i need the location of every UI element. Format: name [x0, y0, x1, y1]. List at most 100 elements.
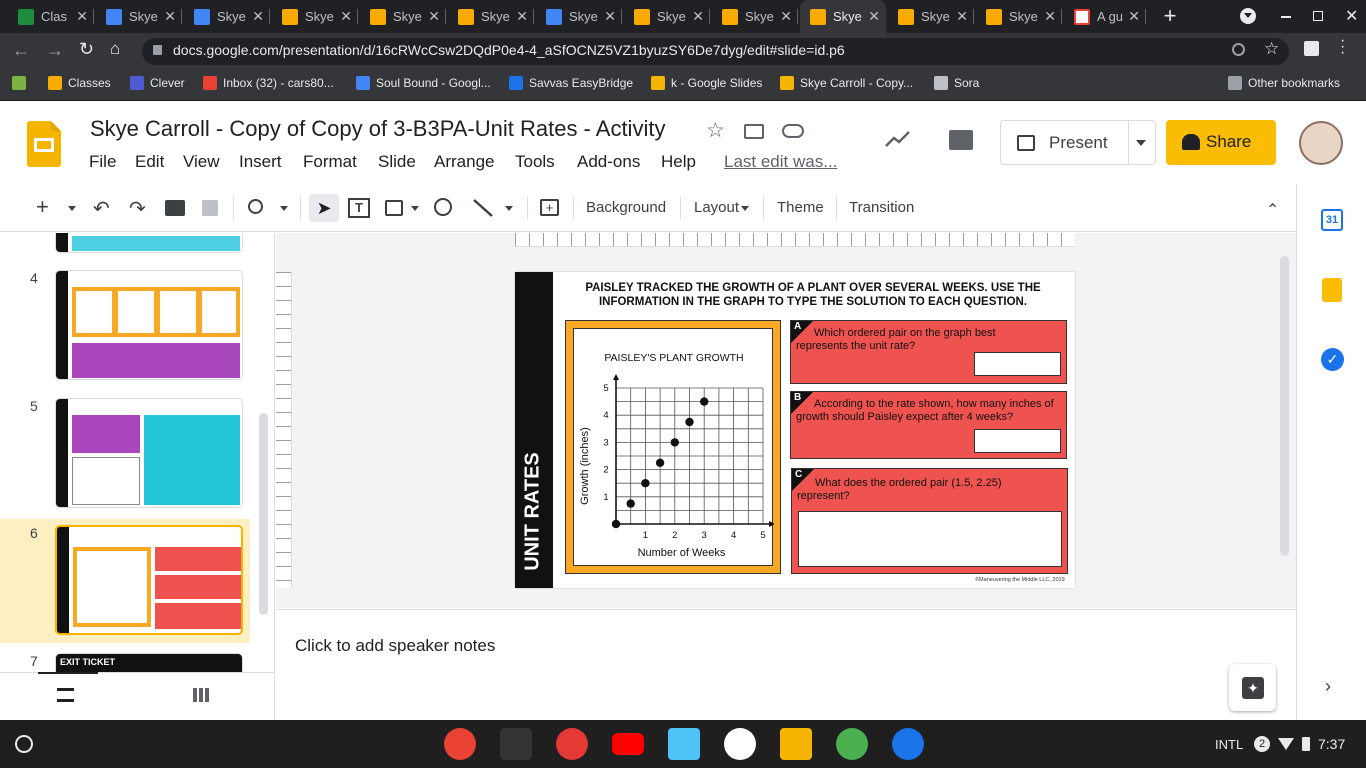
- tab-close-icon[interactable]: ✕: [516, 8, 528, 25]
- slide-thumbnail-4[interactable]: [55, 270, 243, 380]
- tasks-icon[interactable]: ✓: [1321, 348, 1344, 371]
- redo-icon[interactable]: ↷: [129, 196, 146, 221]
- photos-app-icon[interactable]: [556, 728, 588, 760]
- tab-close-icon[interactable]: ✕: [76, 8, 88, 25]
- cloud-status-icon[interactable]: [782, 124, 804, 138]
- browser-tab[interactable]: Skye ✕: [360, 0, 446, 33]
- answer-c-box[interactable]: [798, 511, 1062, 567]
- answer-b-box[interactable]: [974, 429, 1061, 453]
- zoom-dropdown-icon[interactable]: [280, 206, 288, 211]
- slide-thumbnail-3-partial[interactable]: [55, 233, 243, 253]
- tab-search-icon[interactable]: [1240, 8, 1256, 24]
- expand-side-panel-icon[interactable]: ›: [1325, 676, 1331, 697]
- bookmark-star-icon[interactable]: ☆: [1264, 39, 1279, 59]
- share-button[interactable]: Share: [1166, 120, 1276, 165]
- youtube-app-icon[interactable]: [612, 733, 644, 755]
- tab-close-icon[interactable]: ✕: [956, 8, 968, 25]
- tab-close-icon[interactable]: ✕: [692, 8, 704, 25]
- grid-view-icon[interactable]: [193, 688, 210, 702]
- back-icon[interactable]: ←: [12, 40, 30, 61]
- present-button[interactable]: Present: [1000, 120, 1156, 165]
- maximize-icon[interactable]: [1313, 11, 1323, 21]
- answer-a-box[interactable]: [974, 352, 1061, 376]
- browser-tab[interactable]: A gu ✕: [1064, 0, 1146, 33]
- menu-format[interactable]: Format: [303, 152, 357, 172]
- image-dropdown-icon[interactable]: [411, 206, 419, 211]
- tab-close-icon[interactable]: ✕: [868, 8, 880, 25]
- filmstrip-view-icon[interactable]: [57, 688, 74, 702]
- browser-tab[interactable]: Skye ✕: [536, 0, 622, 33]
- canvas-scrollbar[interactable]: [1280, 256, 1289, 556]
- browser-tab[interactable]: Skye ✕: [976, 0, 1062, 33]
- menu-add-ons[interactable]: Add-ons: [577, 152, 640, 172]
- new-tab-button[interactable]: +: [1160, 5, 1180, 27]
- slides-logo-icon[interactable]: [27, 121, 61, 167]
- star-icon[interactable]: ☆: [706, 118, 725, 143]
- document-title[interactable]: Skye Carroll - Copy of Copy of 3-B3PA-Un…: [90, 116, 665, 142]
- minimize-icon[interactable]: [1281, 16, 1291, 18]
- zoom-icon[interactable]: [1232, 43, 1245, 56]
- wifi-icon[interactable]: [1278, 738, 1294, 750]
- tab-close-icon[interactable]: ✕: [604, 8, 616, 25]
- tab-close-icon[interactable]: ✕: [164, 8, 176, 25]
- clock-time[interactable]: 7:37: [1318, 736, 1345, 752]
- keep-icon[interactable]: [1322, 278, 1342, 302]
- explore-button[interactable]: ✦: [1229, 664, 1276, 711]
- bookmark-item[interactable]: Inbox (32) - cars80...: [203, 76, 334, 90]
- collapse-toolbar-icon[interactable]: ⌃: [1266, 200, 1279, 220]
- other-bookmarks[interactable]: Other bookmarks: [1228, 76, 1340, 90]
- paint-format-icon[interactable]: [202, 200, 218, 216]
- tab-close-icon[interactable]: ✕: [428, 8, 440, 25]
- theme-button[interactable]: Theme: [777, 199, 824, 216]
- browser-tab[interactable]: Skye ✕: [800, 0, 886, 33]
- forward-icon[interactable]: →: [46, 40, 64, 61]
- maps-app-icon[interactable]: [668, 728, 700, 760]
- chrome-menu-icon[interactable]: · · ·: [1340, 33, 1345, 61]
- comments-icon[interactable]: [949, 130, 973, 150]
- menu-file[interactable]: File: [89, 152, 116, 172]
- menu-help[interactable]: Help: [661, 152, 696, 172]
- background-button[interactable]: Background: [586, 199, 666, 216]
- launcher-icon[interactable]: [15, 735, 33, 753]
- menu-tools[interactable]: Tools: [515, 152, 555, 172]
- print-icon[interactable]: [165, 200, 185, 216]
- last-edit-link[interactable]: Last edit was...: [724, 152, 837, 172]
- bookmark-item[interactable]: k - Google Slides: [651, 76, 762, 90]
- bookmark-item[interactable]: Clever: [130, 76, 185, 90]
- bookmark-item[interactable]: Classes: [48, 76, 111, 90]
- bookmark-item[interactable]: Soul Bound - Googl...: [356, 76, 491, 90]
- menu-edit[interactable]: Edit: [135, 152, 164, 172]
- browser-tab[interactable]: Skye ✕: [272, 0, 358, 33]
- filmstrip-scrollbar[interactable]: [259, 413, 268, 615]
- bookmark-item[interactable]: Sora: [934, 76, 979, 90]
- tab-close-icon[interactable]: ✕: [1044, 8, 1056, 25]
- battery-icon[interactable]: [1302, 737, 1310, 751]
- layout-button[interactable]: Layout: [694, 199, 739, 216]
- shape-icon[interactable]: [434, 198, 452, 216]
- present-options-icon[interactable]: [1136, 140, 1146, 146]
- home-icon[interactable]: ⌂: [110, 39, 120, 59]
- paint-app-icon[interactable]: [836, 728, 868, 760]
- calculator-app-icon[interactable]: [500, 728, 532, 760]
- new-slide-button[interactable]: +: [36, 194, 49, 220]
- browser-tab[interactable]: Skye ✕: [624, 0, 710, 33]
- url-text[interactable]: docs.google.com/presentation/d/16cRWcCsw…: [173, 42, 845, 58]
- browser-tab[interactable]: Skye ✕: [888, 0, 974, 33]
- calendar-icon[interactable]: 31: [1321, 209, 1343, 231]
- speaker-notes-panel[interactable]: [276, 609, 1296, 720]
- account-avatar[interactable]: [1299, 121, 1343, 165]
- ime-indicator[interactable]: INTL: [1215, 737, 1243, 752]
- line-dropdown-icon[interactable]: [505, 206, 513, 211]
- speaker-notes-placeholder[interactable]: Click to add speaker notes: [295, 636, 495, 656]
- tab-close-icon[interactable]: ✕: [780, 8, 792, 25]
- slides-app-icon[interactable]: [780, 728, 812, 760]
- gmail-app-icon[interactable]: [724, 728, 756, 760]
- browser-tab[interactable]: Skye ✕: [184, 0, 270, 33]
- browser-tab[interactable]: Skye ✕: [96, 0, 182, 33]
- image-icon[interactable]: [385, 200, 403, 216]
- bookmark-item[interactable]: [12, 76, 32, 90]
- line-icon[interactable]: [472, 198, 494, 223]
- new-slide-dropdown-icon[interactable]: [68, 206, 76, 211]
- menu-arrange[interactable]: Arrange: [434, 152, 494, 172]
- text-box-icon[interactable]: T: [348, 198, 370, 218]
